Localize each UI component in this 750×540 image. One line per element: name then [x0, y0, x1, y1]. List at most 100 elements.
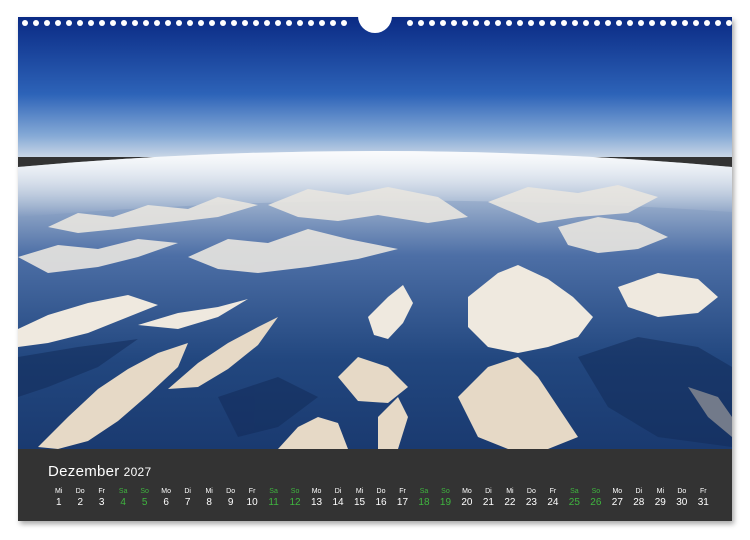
binding-hole: [44, 20, 50, 26]
day-number: 16: [375, 497, 387, 508]
weekday-label: So: [140, 488, 149, 495]
weekday-label: Fr: [399, 488, 406, 495]
day-cell: Fr 17: [392, 487, 413, 517]
day-number: 21: [482, 497, 494, 508]
binding-hole: [594, 20, 600, 26]
weekday-label: Sa: [269, 488, 278, 495]
day-number: 30: [676, 497, 688, 508]
binding-hole: [154, 20, 160, 26]
binding-hole: [550, 20, 556, 26]
binding-hole: [319, 20, 325, 26]
day-number: 29: [654, 497, 666, 508]
day-cell: So 12: [284, 487, 305, 517]
weekday-label: Mi: [506, 488, 514, 495]
day-number: 14: [332, 497, 344, 508]
day-number: 17: [396, 497, 409, 508]
day-cell: Do 9: [220, 487, 241, 517]
day-cell: Mi 15: [349, 487, 370, 517]
day-number: 23: [525, 497, 537, 508]
weekday-label: Mi: [55, 488, 63, 495]
binding-hole: [649, 20, 655, 26]
binding-hole: [484, 20, 490, 26]
day-cell: Fr 31: [693, 487, 714, 517]
weekday-label: Fr: [248, 488, 256, 495]
month-title: Dezember 2027: [48, 463, 152, 480]
binding-hole: [682, 20, 688, 26]
weekday-label: Fr: [699, 488, 707, 495]
day-cell: So 26: [585, 487, 606, 517]
day-cell: Di 7: [177, 487, 198, 517]
weekday-label: Di: [635, 488, 643, 495]
day-number: 15: [353, 497, 366, 508]
day-number: 11: [268, 497, 279, 508]
weekday-label: Di: [184, 488, 191, 495]
day-cell: So 5: [134, 487, 155, 517]
day-number: 10: [246, 497, 258, 508]
day-number: 31: [697, 497, 709, 508]
binding-hole: [264, 20, 270, 26]
weekday-label: Di: [485, 488, 492, 495]
weekday-label: Fr: [98, 488, 106, 495]
binding-hole: [88, 20, 94, 26]
binding-hole: [539, 20, 545, 26]
binding-hole: [275, 20, 281, 26]
binding-hole: [55, 20, 61, 26]
binding-hole: [440, 20, 446, 26]
day-number: 26: [590, 497, 602, 508]
binding-hole: [561, 20, 567, 26]
day-number: 24: [547, 497, 559, 508]
binding-hole: [605, 20, 611, 26]
day-number: 28: [633, 497, 645, 508]
binding-hole: [627, 20, 633, 26]
weekday-label: Do: [376, 488, 386, 495]
day-cell: Do 16: [370, 487, 391, 517]
weekday-label: Mo: [462, 488, 472, 495]
weekday-label: Fr: [549, 488, 557, 495]
day-cell: Mi 8: [198, 487, 219, 517]
day-cell: Fr 3: [91, 487, 112, 517]
weekday-label: Mo: [311, 488, 322, 495]
day-cell: Do 23: [521, 487, 542, 517]
day-cell: Mo 27: [607, 487, 628, 517]
day-number: 13: [310, 497, 323, 508]
weekday-label: Do: [226, 488, 236, 495]
binding-hole: [429, 20, 435, 26]
binding-hole: [671, 20, 677, 26]
day-number: 9: [227, 497, 234, 508]
day-cell: Mo 20: [456, 487, 477, 517]
binding-hole: [220, 20, 226, 26]
weekday-label: Do: [75, 488, 85, 495]
month-name: Dezember: [48, 463, 120, 480]
binding-hole: [308, 20, 314, 26]
day-number: 25: [568, 497, 580, 508]
binding-hole: [176, 20, 182, 26]
binding-hole: [132, 20, 138, 26]
day-number: 20: [461, 497, 473, 508]
day-cell: Sa 4: [112, 487, 133, 517]
binding-hole: [253, 20, 259, 26]
binding-hole: [583, 20, 589, 26]
day-cell: Di 21: [478, 487, 499, 517]
day-number: 8: [206, 497, 212, 508]
aerial-photo: [18, 17, 732, 449]
binding-hole: [77, 20, 83, 26]
day-strip: Mi 1 Do 2 Fr 3 Sa 4 So 5 Mo 6 Di 7 Mi 8 Do 9 Fr 10 Sa 11 So 12 M…: [48, 487, 714, 517]
weekday-label: Mi: [205, 488, 213, 495]
binding-hole: [715, 20, 721, 26]
binding-hole: [121, 20, 127, 26]
day-cell: Mi 29: [650, 487, 671, 517]
weekday-label: Sa: [570, 488, 579, 495]
binding-hole: [462, 20, 468, 26]
binding-hole: [704, 20, 710, 26]
day-cell: Do 2: [69, 487, 90, 517]
day-number: 5: [141, 497, 148, 508]
binding-hole: [33, 20, 39, 26]
binding-hole: [341, 20, 347, 26]
calendar-page: Dezember 2027 Mi 1 Do 2 Fr 3 Sa 4 So 5 Mo 6 Di 7 Mi 8 Do 9…: [18, 13, 732, 521]
binding-hole: [660, 20, 666, 26]
binding-hole: [528, 20, 534, 26]
day-cell: Di 14: [327, 487, 348, 517]
day-cell: Sa 18: [413, 487, 434, 517]
binding-hole: [22, 20, 28, 26]
binding-hole: [616, 20, 622, 26]
